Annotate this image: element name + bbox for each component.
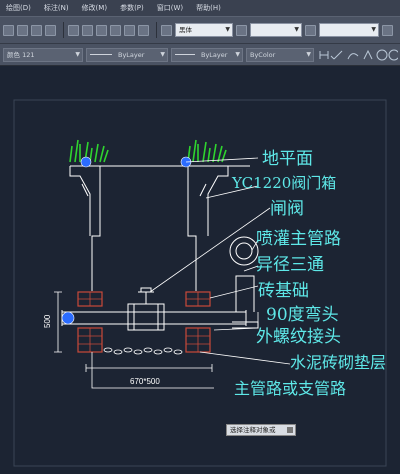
pipe-end-marker	[61, 311, 75, 325]
table-style-select[interactable]: ▼	[319, 23, 379, 37]
menu-modify[interactable]: 修改(M)	[76, 3, 115, 13]
open-icon[interactable]	[17, 24, 28, 36]
menu-bar: 绘图(D) 标注(N) 修改(M) 参数(P) 窗口(W) 帮助(H)	[0, 0, 400, 16]
lineweight-value: ByLayer	[201, 50, 228, 59]
draw-tools-icons	[319, 49, 398, 60]
aligned-dim-icon[interactable]	[330, 50, 343, 59]
chevron-down-icon: ▼	[371, 26, 376, 33]
chevron-down-icon: ▼	[235, 50, 240, 58]
label-ground: 地平面	[262, 149, 313, 169]
grass-right	[187, 139, 227, 163]
gravel-layer	[103, 347, 183, 355]
menu-window[interactable]: 窗口(W)	[151, 3, 190, 13]
ordinate-dim-icon[interactable]	[363, 49, 373, 59]
cut-icon[interactable]	[68, 24, 79, 36]
chevron-down-icon: ▼	[306, 50, 311, 58]
reducing-tee	[229, 236, 259, 329]
viewport-frame	[13, 99, 387, 467]
properties-toolbar: 颜色 121 ▼ ByLayer ▼ ByLayer ▼ ByColor ▼	[0, 44, 400, 66]
tooltip-option-icon[interactable]	[287, 427, 293, 433]
label-threaded-joint: 外螺纹接头	[256, 327, 341, 347]
command-tooltip: 选择注释对象或	[226, 424, 296, 436]
label-gate-valve: 闸阀	[270, 199, 304, 219]
menu-parameters[interactable]: 参数(P)	[114, 3, 151, 13]
linear-dim-icon[interactable]	[319, 50, 329, 59]
new-icon[interactable]	[3, 24, 14, 36]
ground-marker-left	[80, 156, 92, 168]
standard-toolbar: 黑体 ▼ ▼ ▼	[0, 16, 400, 44]
drawing-svg: 500 670*500 地平面 YC1220阀门箱 闸阀 喷灌主管路 异径三通 …	[13, 99, 387, 467]
linetype-value: ByLayer	[118, 50, 145, 59]
dim-height-label: 500	[43, 314, 52, 328]
color-select[interactable]: 颜色 121 ▼	[3, 47, 83, 62]
chevron-down-icon: ▼	[75, 50, 80, 58]
label-brick-base: 砖基础	[258, 281, 309, 301]
tooltip-text: 选择注释对象或	[230, 426, 276, 434]
menu-draw[interactable]: 绘图(D)	[0, 3, 38, 13]
chevron-down-icon: ▼	[225, 26, 230, 33]
diameter-dim-icon[interactable]	[388, 49, 398, 60]
radius-dim-icon[interactable]	[376, 49, 388, 60]
save-icon[interactable]	[31, 24, 42, 36]
arc-dim-icon[interactable]	[347, 52, 359, 59]
plotstyle-value: ByColor	[250, 50, 276, 59]
color-select-value: 颜色 121	[7, 50, 35, 59]
linetype-sample	[90, 54, 112, 55]
copy-icon[interactable]	[82, 24, 93, 36]
dim-width-label: 670*500	[130, 377, 160, 386]
brick-base-right	[185, 291, 211, 353]
label-main-pipe: 喷灌主管路	[256, 229, 341, 249]
toolbar-separator	[63, 22, 64, 38]
label-pipeline: 主管路或支管路	[234, 379, 346, 398]
chevron-down-icon: ▼	[160, 50, 165, 58]
text-style-icon[interactable]	[161, 24, 172, 36]
menu-dimension[interactable]: 标注(N)	[38, 3, 76, 13]
lineweight-select[interactable]: ByLayer ▼	[171, 47, 243, 62]
label-elbow-90: 90度弯头	[266, 305, 339, 325]
linetype-select[interactable]: ByLayer ▼	[86, 47, 168, 62]
match-properties-icon[interactable]	[110, 24, 121, 36]
label-reducing-tee: 异径三通	[256, 255, 324, 275]
drawing-canvas[interactable]: 500 670*500 地平面 YC1220阀门箱 闸阀 喷灌主管路 异径三通 …	[0, 66, 400, 470]
print-icon[interactable]	[45, 24, 56, 36]
plotstyle-select[interactable]: ByColor ▼	[246, 47, 314, 62]
paste-icon[interactable]	[96, 24, 107, 36]
toolbar-separator	[156, 22, 157, 38]
font-select[interactable]: 黑体 ▼	[175, 23, 233, 37]
dim-style-select[interactable]: ▼	[250, 23, 302, 37]
menu-help[interactable]: 帮助(H)	[190, 3, 228, 13]
table-style-icon[interactable]	[305, 24, 316, 36]
main-pipe	[61, 310, 247, 326]
chevron-down-icon: ▼	[294, 26, 299, 33]
dim-style-icon[interactable]	[236, 24, 247, 36]
label-valve-box: YC1220阀门箱	[231, 174, 336, 192]
multileader-style-icon[interactable]	[382, 24, 393, 36]
redo-icon[interactable]	[138, 24, 149, 36]
brick-base-left	[77, 291, 103, 353]
annotation-labels: 地平面 YC1220阀门箱 闸阀 喷灌主管路 异径三通 砖基础 90度弯头 外螺…	[231, 149, 386, 398]
valve-box-outline	[69, 165, 250, 291]
label-brick-cushion: 水泥砖砌垫层	[290, 353, 386, 372]
font-select-value: 黑体	[179, 26, 192, 34]
lineweight-sample	[175, 54, 195, 55]
undo-icon[interactable]	[124, 24, 135, 36]
